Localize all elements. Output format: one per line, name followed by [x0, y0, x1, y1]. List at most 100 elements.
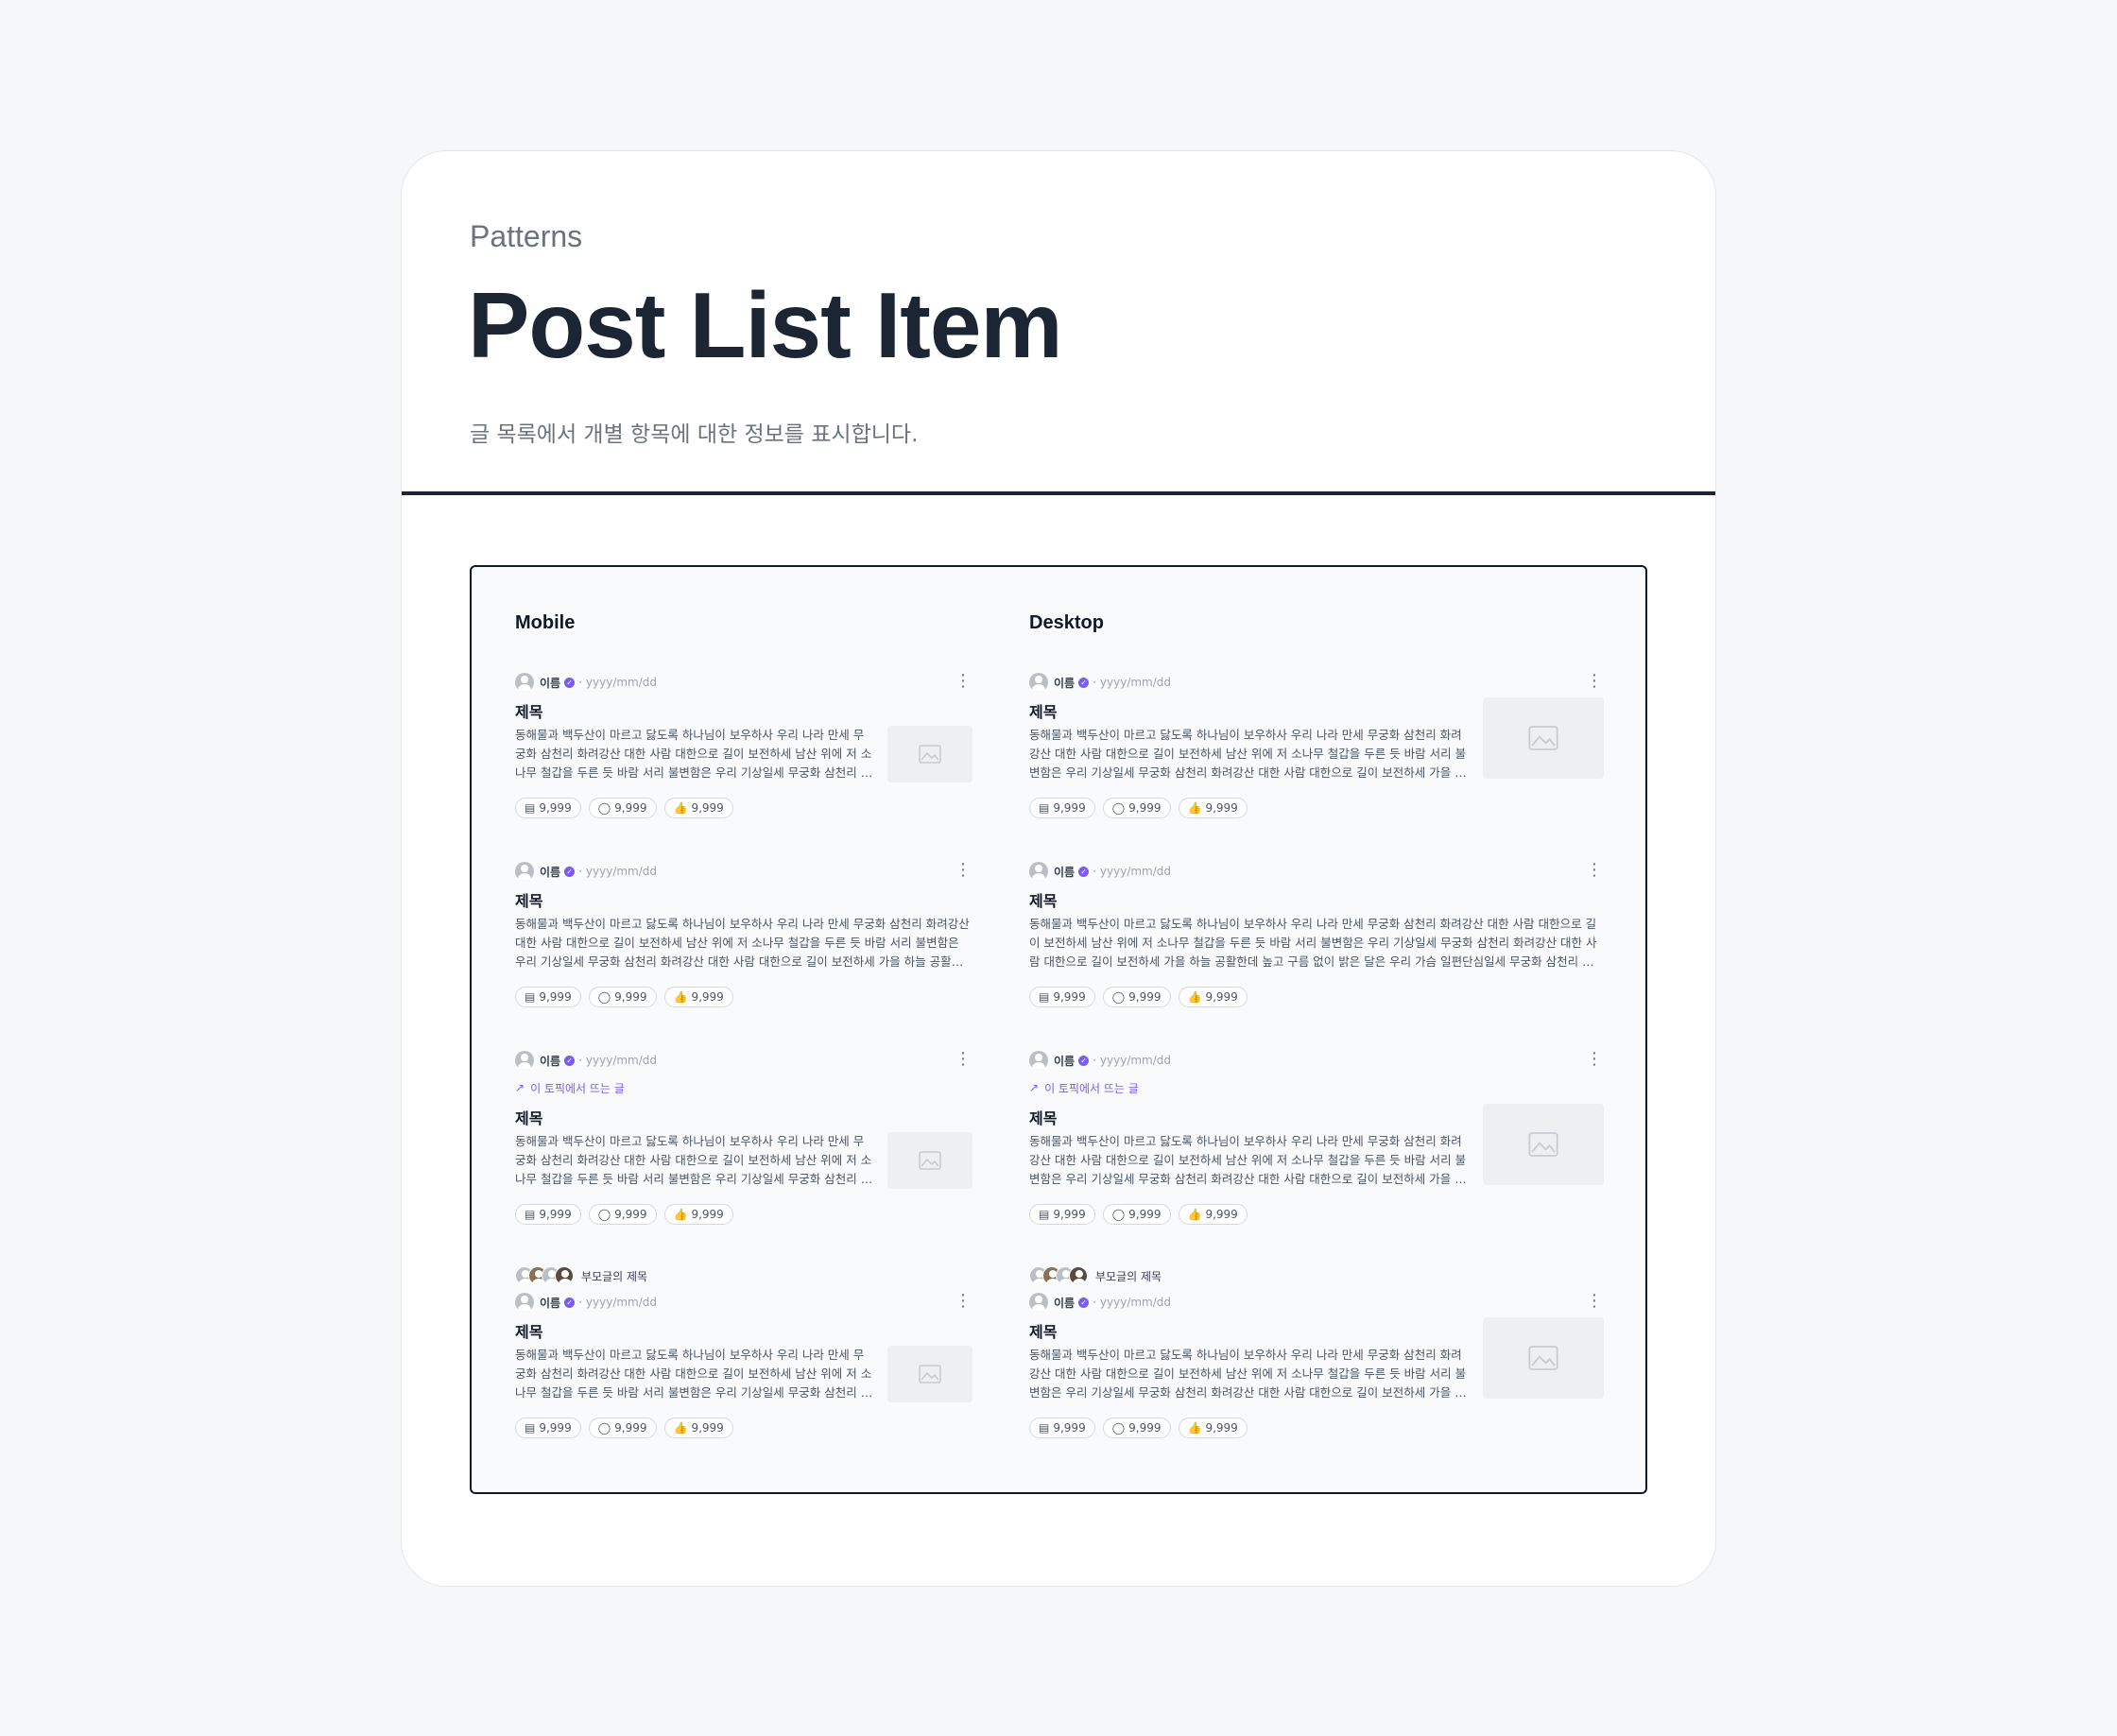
avatar[interactable]	[1029, 1293, 1048, 1312]
parent-post[interactable]: 부모글의 제목	[1029, 1266, 1604, 1285]
post-list-item[interactable]: 부모글의 제목 이름 ✓ · yyyy/mm/dd ⋮ 제목 동해물과 백두산이…	[1029, 1266, 1604, 1455]
avatar[interactable]	[1029, 1051, 1048, 1070]
comments-count: 9,999	[1128, 990, 1162, 1004]
more-options-icon[interactable]: ⋮	[954, 1051, 972, 1070]
post-list-item[interactable]: 이름 ✓ · yyyy/mm/dd ⋮ 제목 동해물과 백두산이 마르고 닳도록…	[515, 673, 972, 862]
post-date: yyyy/mm/dd	[1099, 1296, 1172, 1309]
image-placeholder-icon	[919, 1365, 941, 1384]
post-excerpt: 동해물과 백두산이 마르고 닳도록 하나님이 보우하사 우리 나라 만세 무궁화…	[515, 917, 970, 969]
post-date: yyyy/mm/dd	[585, 676, 658, 689]
likes-count: 9,999	[691, 1208, 724, 1221]
trending-label[interactable]: ↗ 이 토픽에서 뜨는 글	[1029, 1077, 1604, 1098]
likes-chip[interactable]: 👍 9,999	[1178, 987, 1248, 1007]
author-name[interactable]: 이름	[1054, 675, 1075, 691]
page-title: Post List Item	[468, 273, 1063, 377]
views-count: 9,999	[1053, 1208, 1086, 1221]
avatar-stack	[1029, 1266, 1088, 1285]
thumbnail[interactable]	[1483, 697, 1604, 779]
comments-count: 9,999	[1128, 801, 1162, 815]
post-title[interactable]: 제목	[515, 1106, 972, 1127]
author-name[interactable]: 이름	[540, 675, 560, 691]
views-count: 9,999	[539, 801, 572, 815]
post-title[interactable]: 제목	[515, 888, 972, 910]
comments-chip: ◯ 9,999	[588, 1204, 657, 1225]
post-list-item[interactable]: 이름 ✓ · yyyy/mm/dd ⋮ 제목 동해물과 백두산이 마르고 닳도록…	[1029, 862, 1604, 1051]
avatar[interactable]	[515, 862, 534, 881]
likes-chip[interactable]: 👍 9,999	[1178, 1418, 1248, 1438]
more-options-icon[interactable]: ⋮	[954, 1293, 972, 1312]
more-options-icon[interactable]: ⋮	[954, 862, 972, 881]
author-name[interactable]: 이름	[1054, 864, 1075, 880]
avatar	[555, 1266, 574, 1285]
trending-label[interactable]: ↗ 이 토픽에서 뜨는 글	[515, 1077, 972, 1098]
post-list-item[interactable]: 이름 ✓ · yyyy/mm/dd ⋮ ↗ 이 토픽에서 뜨는 글 제목 동해물…	[1029, 1051, 1604, 1266]
comments-count: 9,999	[614, 1421, 647, 1435]
likes-chip[interactable]: 👍 9,999	[663, 1204, 733, 1225]
author-name[interactable]: 이름	[540, 1295, 560, 1311]
comments-count: 9,999	[614, 990, 647, 1004]
post-stats: ▤ 9,999 ◯ 9,999 👍 9,999	[1029, 798, 1604, 818]
post-list-item[interactable]: 이름 ✓ · yyyy/mm/dd ⋮ 제목 동해물과 백두산이 마르고 닳도록…	[515, 862, 972, 1051]
post-list-item[interactable]: 부모글의 제목 이름 ✓ · yyyy/mm/dd ⋮ 제목 동해물과 백두산이…	[515, 1266, 972, 1455]
avatar[interactable]	[515, 1293, 534, 1312]
comments-chip: ◯ 9,999	[1102, 1418, 1171, 1438]
document-icon: ▤	[1039, 1421, 1050, 1435]
post-excerpt: 동해물과 백두산이 마르고 닳도록 하나님이 보우하사 우리 나라 만세 무궁화…	[1029, 1134, 1467, 1186]
likes-chip[interactable]: 👍 9,999	[1178, 798, 1248, 818]
post-list-item[interactable]: 이름 ✓ · yyyy/mm/dd ⋮ ↗ 이 토픽에서 뜨는 글 제목 동해물…	[515, 1051, 972, 1266]
avatar[interactable]	[515, 1051, 534, 1070]
likes-count: 9,999	[1205, 1208, 1238, 1221]
views-count: 9,999	[1053, 990, 1086, 1004]
avatar[interactable]	[1029, 862, 1048, 881]
post-meta: 이름 ✓ · yyyy/mm/dd	[1029, 673, 1604, 692]
post-stats: ▤ 9,999 ◯ 9,999 👍 9,999	[1029, 1418, 1604, 1438]
trending-up-icon: ↗	[1029, 1081, 1040, 1094]
views-chip: ▤ 9,999	[515, 1418, 581, 1438]
thumbnail[interactable]	[887, 1132, 972, 1189]
parent-post[interactable]: 부모글의 제목	[515, 1266, 972, 1285]
author-name[interactable]: 이름	[1054, 1053, 1075, 1069]
thumbnail[interactable]	[1483, 1104, 1604, 1185]
thumbnail[interactable]	[887, 1346, 972, 1402]
more-options-icon[interactable]: ⋮	[1585, 1293, 1604, 1312]
more-options-icon[interactable]: ⋮	[1585, 862, 1604, 881]
likes-chip[interactable]: 👍 9,999	[663, 798, 733, 818]
thumbnail[interactable]	[1483, 1317, 1604, 1399]
avatar-stack	[515, 1266, 574, 1285]
separator-dot: ·	[1093, 676, 1096, 689]
comments-count: 9,999	[1128, 1208, 1162, 1221]
post-title[interactable]: 제목	[515, 699, 972, 721]
comments-count: 9,999	[614, 801, 647, 815]
likes-chip[interactable]: 👍 9,999	[663, 1418, 733, 1438]
likes-count: 9,999	[1205, 801, 1238, 815]
thumbnail[interactable]	[887, 726, 972, 782]
post-meta: 이름 ✓ · yyyy/mm/dd	[1029, 862, 1604, 881]
document-icon: ▤	[1039, 1208, 1050, 1221]
views-chip: ▤ 9,999	[515, 987, 581, 1007]
post-title[interactable]: 제목	[1029, 888, 1604, 910]
author-name[interactable]: 이름	[1054, 1295, 1075, 1311]
author-name[interactable]: 이름	[540, 1053, 560, 1069]
post-title[interactable]: 제목	[515, 1319, 972, 1341]
more-options-icon[interactable]: ⋮	[1585, 1051, 1604, 1070]
pattern-card: Patterns Post List Item 글 목록에서 개별 항목에 대한…	[401, 150, 1716, 1587]
likes-chip[interactable]: 👍 9,999	[663, 987, 733, 1007]
more-options-icon[interactable]: ⋮	[1585, 673, 1604, 692]
divider	[402, 491, 1715, 495]
avatar[interactable]	[1029, 673, 1048, 692]
more-options-icon[interactable]: ⋮	[954, 673, 972, 692]
thumbs-up-icon: 👍	[1187, 1208, 1202, 1221]
views-count: 9,999	[539, 990, 572, 1004]
post-meta: 이름 ✓ · yyyy/mm/dd	[515, 1293, 972, 1312]
likes-chip[interactable]: 👍 9,999	[1178, 1204, 1248, 1225]
post-date: yyyy/mm/dd	[1099, 1054, 1172, 1067]
thumbs-up-icon: 👍	[673, 990, 688, 1004]
post-excerpt: 동해물과 백두산이 마르고 닳도록 하나님이 보우하사 우리 나라 만세 무궁화…	[515, 1348, 872, 1400]
avatar[interactable]	[515, 673, 534, 692]
post-list-item[interactable]: 이름 ✓ · yyyy/mm/dd ⋮ 제목 동해물과 백두산이 마르고 닳도록…	[1029, 673, 1604, 862]
views-chip: ▤ 9,999	[515, 798, 581, 818]
author-name[interactable]: 이름	[540, 864, 560, 880]
verified-icon: ✓	[564, 1055, 576, 1066]
comments-chip: ◯ 9,999	[1102, 1204, 1171, 1225]
post-meta: 이름 ✓ · yyyy/mm/dd	[515, 1051, 972, 1070]
